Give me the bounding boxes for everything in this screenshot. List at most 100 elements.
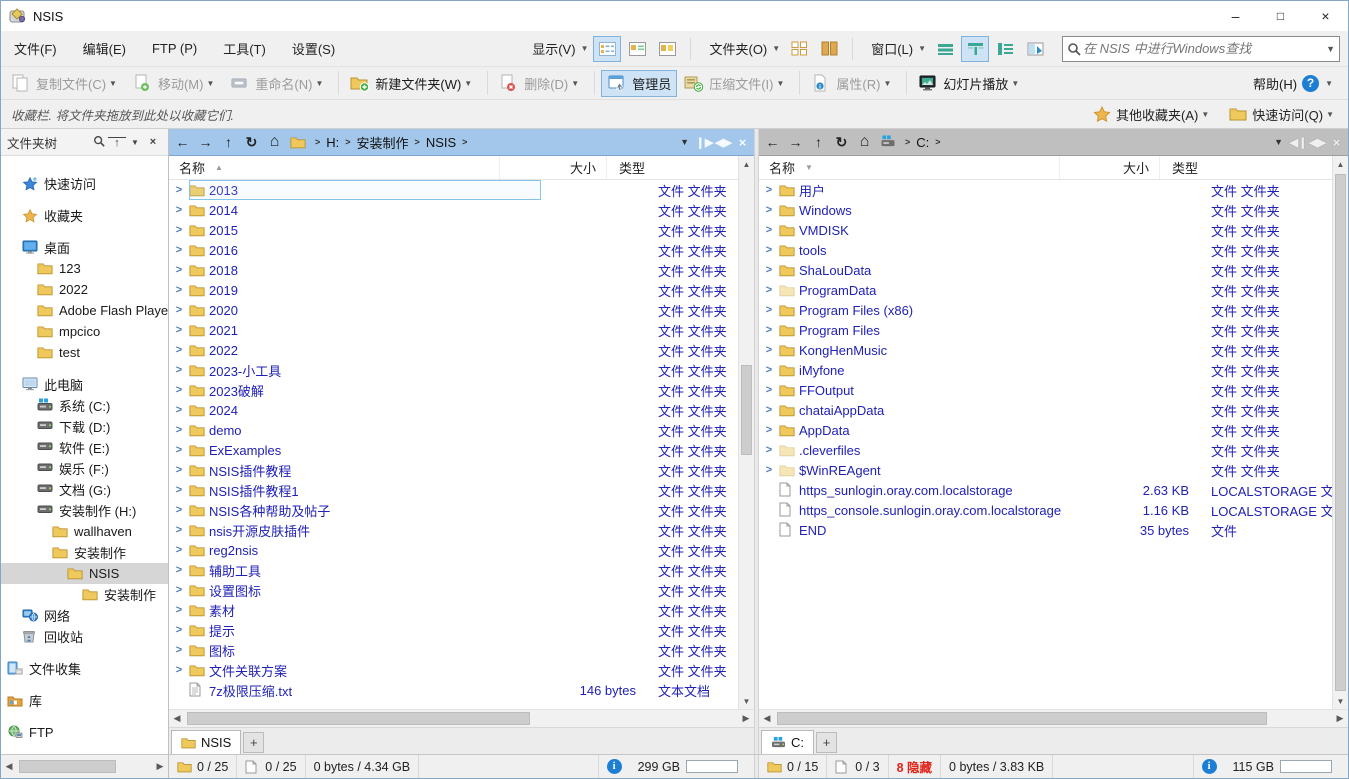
expand-chevron-icon[interactable]: > xyxy=(759,244,779,256)
rename-button[interactable]: 重命名(N)▼ xyxy=(225,70,332,97)
breadcrumb[interactable]: >H:>安装制作>NSIS> xyxy=(290,133,674,152)
breadcrumb-part[interactable]: 安装制作 xyxy=(357,133,409,152)
expand-chevron-icon[interactable]: > xyxy=(759,424,779,436)
column-name[interactable]: 名称▲ xyxy=(169,158,499,177)
scroll-down-icon[interactable]: ▼ xyxy=(1333,693,1348,709)
scroll-left-icon[interactable]: ◀ xyxy=(759,713,775,724)
file-row[interactable]: https_sunlogin.oray.com.localstorage2.63… xyxy=(759,480,1332,500)
folders-quad-button[interactable] xyxy=(785,36,813,62)
refresh-icon[interactable]: ↻ xyxy=(830,134,853,151)
file-row[interactable]: >iMyfone文件 文件夹星期 xyxy=(759,360,1332,380)
tab-c-drive[interactable]: C: xyxy=(761,730,814,754)
file-row[interactable]: >$WinREAgent文件 文件夹2024/6/1 xyxy=(759,460,1332,480)
expand-chevron-icon[interactable]: > xyxy=(169,424,189,436)
file-row[interactable]: >图标文件 文件夹 xyxy=(169,640,738,660)
tree-item[interactable]: mpcico xyxy=(1,321,168,342)
expand-chevron-icon[interactable]: > xyxy=(169,484,189,496)
up-icon[interactable]: ↑ xyxy=(807,134,830,150)
column-size[interactable]: 大小 xyxy=(1059,156,1159,179)
file-row[interactable]: >chataiAppData文件 文件夹2024/5/2 xyxy=(759,400,1332,420)
file-row[interactable]: END35 bytes文件2024/6/1 xyxy=(759,520,1332,540)
quick-access-button[interactable]: 快速访问(Q) ▼ xyxy=(1229,105,1338,124)
horizontal-scrollbar[interactable]: ◀ ▶ xyxy=(169,709,754,727)
expand-chevron-icon[interactable]: > xyxy=(169,304,189,316)
tree-item[interactable]: 文件收集 xyxy=(1,658,168,679)
sidebar-horizontal-scrollbar[interactable]: ◀ ▶ xyxy=(1,755,169,778)
menu-edit[interactable]: 编辑(E) xyxy=(70,31,139,66)
breadcrumb[interactable]: >C:> xyxy=(880,135,1268,150)
menu-file[interactable]: 文件(F) xyxy=(1,31,70,66)
file-row[interactable]: >ShaLouData文件 文件夹2024/4/ xyxy=(759,260,1332,280)
expand-chevron-icon[interactable]: > xyxy=(169,224,189,236)
expand-chevron-icon[interactable]: > xyxy=(759,184,779,196)
tree-item[interactable]: 安装制作 xyxy=(1,584,168,605)
breadcrumb-part[interactable]: H: xyxy=(326,135,339,150)
new-tab-button[interactable]: + xyxy=(816,732,837,753)
scroll-right-icon[interactable]: ▶ xyxy=(1332,713,1348,724)
admin-button[interactable]: 管理员 xyxy=(601,70,677,97)
chevron-down-icon[interactable]: ▼ xyxy=(464,79,472,88)
close-panel-icon[interactable]: × xyxy=(144,136,162,148)
layout-vertical-split-button[interactable] xyxy=(961,36,989,62)
expand-chevron-icon[interactable]: > xyxy=(759,204,779,216)
minimize-button[interactable]: – xyxy=(1213,1,1258,31)
expand-chevron-icon[interactable]: > xyxy=(759,364,779,376)
forward-icon[interactable]: → xyxy=(784,134,807,150)
scroll-up-icon[interactable]: ▲ xyxy=(1333,156,1348,172)
expand-chevron-icon[interactable]: > xyxy=(169,364,189,376)
file-row[interactable]: >2023破解文件 文件夹 xyxy=(169,380,738,400)
expand-chevron-icon[interactable]: > xyxy=(169,584,189,596)
tree-item[interactable]: 123 xyxy=(1,258,168,279)
expand-chevron-icon[interactable]: > xyxy=(169,564,189,576)
file-row[interactable]: >2021文件 文件夹 xyxy=(169,320,738,340)
expand-chevron-icon[interactable]: > xyxy=(169,624,189,636)
search-box[interactable]: ▼ xyxy=(1062,36,1340,62)
expand-chevron-icon[interactable]: > xyxy=(759,324,779,336)
new-folder-button[interactable]: 新建文件夹(W)▼ xyxy=(345,70,481,97)
chevron-down-icon[interactable]: ▼ xyxy=(1274,137,1283,147)
file-row[interactable]: >用户文件 文件夹2024/5/2 xyxy=(759,180,1332,200)
file-row[interactable]: >2023-小工具文件 文件夹 xyxy=(169,360,738,380)
chevron-down-icon[interactable]: ▼ xyxy=(776,79,784,88)
file-row[interactable]: >2024文件 文件夹 xyxy=(169,400,738,420)
chevron-down-icon[interactable]: ▼ xyxy=(1325,79,1333,88)
breadcrumb-part[interactable]: C: xyxy=(916,135,929,150)
file-row[interactable]: >Program Files文件 文件夹今 xyxy=(759,320,1332,340)
chevron-down-icon[interactable]: ▼ xyxy=(883,79,891,88)
file-row[interactable]: >VMDISK文件 文件夹昨 xyxy=(759,220,1332,240)
refresh-icon[interactable]: ↻ xyxy=(240,134,263,151)
expand-chevron-icon[interactable]: > xyxy=(759,264,779,276)
scroll-to-top-icon[interactable]: ↑ xyxy=(108,137,126,148)
menu-ftp[interactable]: FTP (P) xyxy=(139,31,210,66)
expand-chevron-icon[interactable]: > xyxy=(169,604,189,616)
delete-button[interactable]: 删除(D)▼ xyxy=(494,70,588,97)
expand-chevron-icon[interactable]: > xyxy=(169,344,189,356)
expand-chevron-icon[interactable]: > xyxy=(169,324,189,336)
file-row[interactable]: >ProgramData文件 文件夹今 xyxy=(759,280,1332,300)
folders-dual-button[interactable] xyxy=(815,36,843,62)
file-row[interactable]: >2020文件 文件夹 xyxy=(169,300,738,320)
view-content-button[interactable] xyxy=(623,36,651,62)
chevron-down-icon[interactable]: ▼ xyxy=(1326,44,1335,54)
close-pane-icon[interactable]: × xyxy=(733,135,752,150)
expand-chevron-icon[interactable]: > xyxy=(169,464,189,476)
tree-item[interactable]: 2022 xyxy=(1,279,168,300)
tree-item[interactable]: NSIS xyxy=(1,563,168,584)
tree-item[interactable]: 娱乐 (F:) xyxy=(1,458,168,479)
tree-item[interactable]: 安装制作 (H:) xyxy=(1,500,168,521)
other-favorites-button[interactable]: 其他收藏夹(A) ▼ xyxy=(1093,105,1213,124)
tree-item[interactable]: 系统 (C:) xyxy=(1,395,168,416)
back-icon[interactable]: ← xyxy=(171,134,194,150)
file-row[interactable]: >2016文件 文件夹 xyxy=(169,240,738,260)
expand-chevron-icon[interactable]: > xyxy=(759,304,779,316)
column-type[interactable]: 类型 xyxy=(1159,156,1297,179)
tree-item[interactable]: 网络 xyxy=(1,605,168,626)
chevron-down-icon[interactable]: ▼ xyxy=(126,138,144,147)
tree-item[interactable]: 下载 (D:) xyxy=(1,416,168,437)
move-button[interactable]: 移动(M)▼ xyxy=(128,70,223,97)
file-row[interactable]: >FFOutput文件 文件夹2024/4/2 xyxy=(759,380,1332,400)
file-row[interactable]: >tools文件 文件夹2023/5/3 xyxy=(759,240,1332,260)
home-icon[interactable]: ⌂ xyxy=(853,133,876,151)
tree-item[interactable]: 此电脑 xyxy=(1,374,168,395)
layout-tree-button[interactable] xyxy=(1021,36,1049,62)
